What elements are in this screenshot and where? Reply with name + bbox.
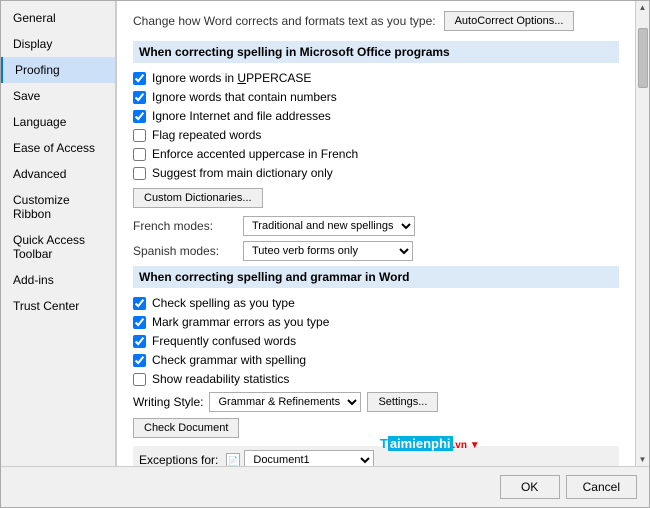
sidebar-item-display[interactable]: Display <box>1 31 115 57</box>
top-label: Change how Word corrects and formats tex… <box>133 14 436 28</box>
checkbox-enforce-accented-input[interactable] <box>133 148 146 161</box>
exceptions-select[interactable]: Document1 <box>244 450 374 466</box>
checkbox-ignore-numbers-label: Ignore words that contain numbers <box>152 90 337 104</box>
checkbox-readability-label: Show readability statistics <box>152 372 289 386</box>
checkbox-ignore-uppercase: Ignore words in UPPERCASE <box>133 71 619 85</box>
check-document-button[interactable]: Check Document <box>133 418 239 438</box>
watermark-rest: aimienphi <box>388 436 453 451</box>
checkbox-ignore-uppercase-input[interactable] <box>133 72 146 85</box>
writing-style-row: Writing Style: Grammar & Refinements Gra… <box>133 392 619 412</box>
scroll-down-arrow[interactable]: ▼ <box>637 453 649 466</box>
checkbox-readability: Show readability statistics <box>133 372 619 386</box>
exceptions-label: Exceptions for: <box>139 453 218 466</box>
checkbox-mark-grammar-input[interactable] <box>133 316 146 329</box>
writing-style-label: Writing Style: <box>133 395 203 409</box>
checkbox-flag-repeated-input[interactable] <box>133 129 146 142</box>
checkbox-ignore-internet-label: Ignore Internet and file addresses <box>152 109 331 123</box>
sidebar-item-customize-ribbon[interactable]: Customize Ribbon <box>1 187 115 227</box>
sidebar-item-quick-access[interactable]: Quick Access Toolbar <box>1 227 115 267</box>
sidebar: General Display Proofing Save Language E… <box>1 1 116 466</box>
checkbox-frequently-confused-label: Frequently confused words <box>152 334 296 348</box>
spanish-mode-label: Spanish modes: <box>133 244 243 258</box>
section1-header: When correcting spelling in Microsoft Of… <box>133 41 619 63</box>
custom-dictionaries-button[interactable]: Custom Dictionaries... <box>133 188 263 208</box>
sidebar-item-advanced[interactable]: Advanced <box>1 161 115 187</box>
spanish-mode-row: Spanish modes: Tuteo verb forms only Vos… <box>133 241 619 261</box>
checkbox-suggest-main-input[interactable] <box>133 167 146 180</box>
cancel-button[interactable]: Cancel <box>566 475 637 499</box>
checkbox-suggest-main-label: Suggest from main dictionary only <box>152 166 333 180</box>
scrollbar[interactable]: ▲ ▼ <box>635 1 649 466</box>
checkbox-ignore-internet-input[interactable] <box>133 110 146 123</box>
checkbox-check-spelling-label: Check spelling as you type <box>152 296 295 310</box>
spanish-mode-select[interactable]: Tuteo verb forms only Voseo verb forms o… <box>243 241 413 261</box>
writing-style-select[interactable]: Grammar & Refinements Grammar Only <box>209 392 361 412</box>
watermark-t: T <box>380 436 388 451</box>
sidebar-item-language[interactable]: Language <box>1 109 115 135</box>
section2-header: When correcting spelling and grammar in … <box>133 266 619 288</box>
checkbox-mark-grammar-label: Mark grammar errors as you type <box>152 315 329 329</box>
autocorrect-options-button[interactable]: AutoCorrect Options... <box>444 11 575 31</box>
french-mode-row: French modes: Traditional and new spelli… <box>133 216 619 236</box>
checkbox-enforce-accented-label: Enforce accented uppercase in French <box>152 147 358 161</box>
checkbox-frequently-confused-input[interactable] <box>133 335 146 348</box>
checkbox-check-grammar-spelling-input[interactable] <box>133 354 146 367</box>
checkbox-check-spelling-input[interactable] <box>133 297 146 310</box>
sidebar-item-proofing[interactable]: Proofing <box>1 57 115 83</box>
checkbox-suggest-main: Suggest from main dictionary only <box>133 166 619 180</box>
ok-button[interactable]: OK <box>500 475 560 499</box>
checkbox-check-grammar-spelling-label: Check grammar with spelling <box>152 353 306 367</box>
checkbox-readability-input[interactable] <box>133 373 146 386</box>
french-mode-select[interactable]: Traditional and new spellings Traditiona… <box>243 216 415 236</box>
checkbox-frequently-confused: Frequently confused words <box>133 334 619 348</box>
custom-dict-btn-row: Custom Dictionaries... <box>133 188 619 208</box>
checkbox-ignore-numbers: Ignore words that contain numbers <box>133 90 619 104</box>
exceptions-row: Exceptions for: 📄 Document1 <box>133 446 619 466</box>
french-mode-label: French modes: <box>133 219 243 233</box>
sidebar-item-addins[interactable]: Add-ins <box>1 267 115 293</box>
sidebar-item-ease-of-access[interactable]: Ease of Access <box>1 135 115 161</box>
scrollbar-thumb[interactable] <box>638 28 648 88</box>
checkbox-check-spelling: Check spelling as you type <box>133 296 619 310</box>
checkbox-check-grammar-spelling: Check grammar with spelling <box>133 353 619 367</box>
dialog-footer: Taimienphi.vn ▼ OK Cancel <box>1 466 649 507</box>
checkbox-ignore-numbers-input[interactable] <box>133 91 146 104</box>
checkbox-flag-repeated-label: Flag repeated words <box>152 128 261 142</box>
sidebar-item-general[interactable]: General <box>1 5 115 31</box>
sidebar-item-save[interactable]: Save <box>1 83 115 109</box>
watermark-vn: .vn ▼ <box>453 440 480 451</box>
checkbox-enforce-accented: Enforce accented uppercase in French <box>133 147 619 161</box>
checkbox-mark-grammar: Mark grammar errors as you type <box>133 315 619 329</box>
top-row: Change how Word corrects and formats tex… <box>133 11 619 31</box>
main-content: Change how Word corrects and formats tex… <box>116 1 635 466</box>
sidebar-item-trust-center[interactable]: Trust Center <box>1 293 115 319</box>
checkbox-flag-repeated: Flag repeated words <box>133 128 619 142</box>
checkbox-ignore-uppercase-label: Ignore words in UPPERCASE <box>152 71 311 85</box>
scroll-up-arrow[interactable]: ▲ <box>637 1 649 14</box>
watermark: Taimienphi.vn ▼ <box>380 436 480 451</box>
document-icon: 📄 <box>226 453 240 466</box>
checkbox-ignore-internet: Ignore Internet and file addresses <box>133 109 619 123</box>
settings-button[interactable]: Settings... <box>367 392 438 412</box>
